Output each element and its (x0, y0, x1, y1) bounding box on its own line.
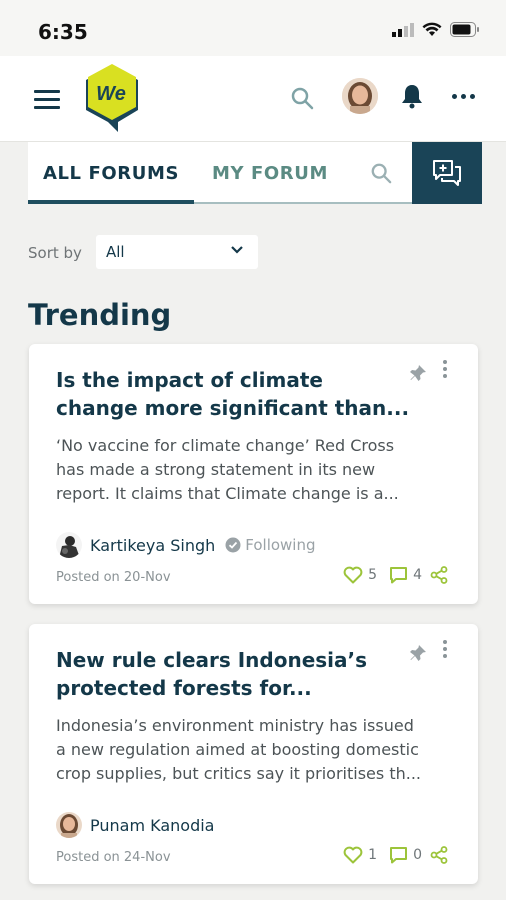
section-title-trending: Trending (28, 298, 172, 332)
battery-icon (450, 22, 479, 37)
we-logo[interactable]: We (84, 64, 140, 132)
compose-message-icon (433, 160, 461, 186)
comment-count: 0 (413, 847, 422, 863)
tab-all-forums[interactable]: ALL FORUMS (28, 142, 194, 204)
wifi-icon (422, 22, 442, 36)
comment-icon[interactable] (389, 566, 408, 584)
logo-text: We (96, 83, 126, 105)
post-title[interactable]: New rule clears Indonesia’s protected fo… (56, 646, 426, 702)
status-time: 6:35 (38, 20, 88, 44)
tabs-underline (194, 202, 412, 204)
tab-my-forum[interactable]: MY FORUM (194, 142, 346, 204)
author-name[interactable]: Kartikeya Singh (90, 536, 215, 555)
author-avatar[interactable] (56, 532, 82, 558)
signal-icon (392, 22, 414, 37)
author-name[interactable]: Punam Kanodia (90, 816, 214, 835)
comment-icon[interactable] (389, 846, 408, 864)
check-circle-icon (225, 537, 241, 553)
post-excerpt: Indonesia’s environment ministry has iss… (56, 716, 421, 783)
status-bar: 6:35 (0, 0, 506, 56)
post-author[interactable]: Kartikeya Singh Following (56, 532, 316, 558)
search-icon[interactable] (290, 86, 314, 110)
share-icon[interactable] (430, 566, 448, 584)
post-stats: 5 4 (343, 566, 448, 584)
post-options-button[interactable] (443, 640, 447, 658)
forum-search-icon[interactable] (370, 162, 392, 184)
forum-post-card[interactable]: Is the impact of climate change more sig… (29, 344, 478, 604)
following-status[interactable]: Following (245, 536, 315, 554)
post-stats: 1 0 (343, 846, 448, 864)
share-icon[interactable] (430, 846, 448, 864)
pin-icon[interactable] (409, 644, 427, 662)
forum-post-card[interactable]: New rule clears Indonesia’s protected fo… (29, 624, 478, 884)
post-author[interactable]: Punam Kanodia (56, 812, 214, 838)
sort-dropdown[interactable]: All (96, 235, 258, 269)
comment-count: 4 (413, 567, 422, 583)
app-header: We (0, 56, 506, 142)
user-avatar[interactable] (342, 78, 378, 114)
bell-icon[interactable] (400, 83, 424, 109)
forum-tabs: ALL FORUMS MY FORUM (28, 142, 412, 204)
sort-selected-value: All (106, 243, 125, 261)
like-count: 1 (368, 847, 378, 863)
author-avatar[interactable] (56, 812, 82, 838)
heart-icon[interactable] (343, 846, 363, 864)
chevron-down-icon (231, 246, 243, 254)
sort-by-label: Sort by (28, 244, 82, 262)
posted-date: Posted on 20-Nov (56, 570, 171, 585)
posted-date: Posted on 24-Nov (56, 850, 171, 865)
post-title[interactable]: Is the impact of climate change more sig… (56, 366, 426, 422)
heart-icon[interactable] (343, 566, 363, 584)
post-excerpt: ‘No vaccine for climate change’ Red Cros… (56, 436, 399, 503)
hamburger-menu-button[interactable] (34, 90, 60, 110)
new-post-button[interactable] (412, 142, 482, 204)
status-icons (392, 22, 480, 37)
post-options-button[interactable] (443, 360, 447, 378)
more-options-button[interactable] (452, 94, 475, 99)
like-count: 5 (368, 567, 378, 583)
pin-icon[interactable] (409, 364, 427, 382)
